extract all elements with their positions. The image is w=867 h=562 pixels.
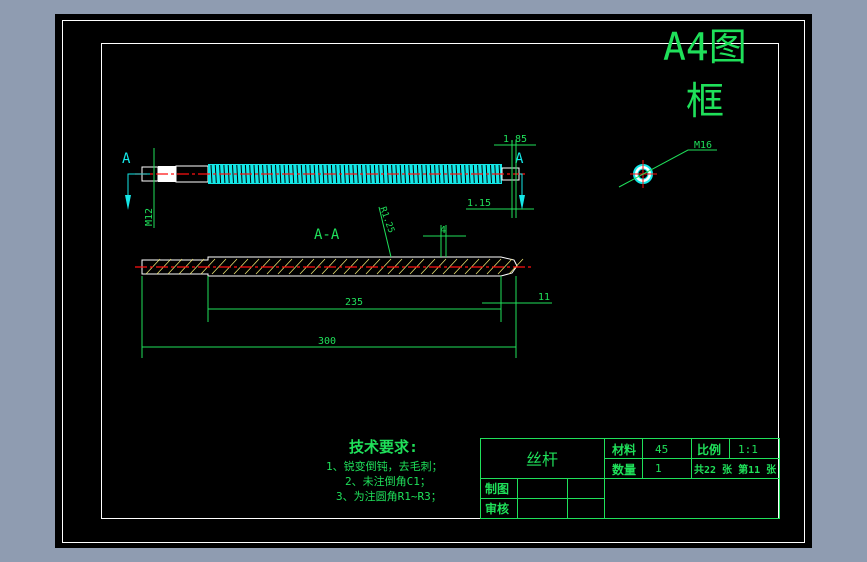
dim-1-85: 1.85 — [503, 134, 527, 145]
quantity-label: 数量 — [612, 462, 636, 477]
frame-title-line2: 框 — [686, 79, 724, 123]
dim-m12: M12 — [144, 208, 155, 226]
tech-item: 3、为注圆角R1~R3； — [336, 489, 442, 503]
dim-300: 300 — [318, 336, 336, 347]
quantity-value: 1 — [655, 462, 662, 475]
tech-item: 2、未注倒角C1； — [345, 474, 431, 488]
material-label: 材料 — [611, 442, 636, 457]
cad-canvas[interactable]: A4图 框 A A M12 1.85 1.15 A-A R1.25 4 235 … — [0, 0, 867, 562]
drawn-label: 制图 — [485, 481, 509, 496]
dim-4: 4 — [440, 225, 446, 236]
scale-value: 1:1 — [738, 443, 758, 456]
dim-11: 11 — [538, 292, 550, 303]
scale-label: 比例 — [697, 442, 721, 457]
checked-label: 审核 — [485, 501, 509, 516]
material-value: 45 — [655, 443, 668, 456]
tech-title: 技术要求: — [349, 438, 418, 456]
dim-1-15: 1.15 — [467, 198, 491, 209]
tech-item: 1、锐变倒钝，去毛刺； — [326, 459, 443, 473]
dim-m16: M16 — [694, 140, 712, 151]
part-name: 丝杆 — [526, 450, 558, 469]
sheets-info: 共22 张 第11 张 — [694, 463, 777, 476]
frame-title-line1: A4图 — [663, 25, 747, 69]
section-title: A-A — [314, 227, 340, 243]
dim-235: 235 — [345, 297, 363, 308]
section-mark-left: A — [122, 151, 131, 167]
